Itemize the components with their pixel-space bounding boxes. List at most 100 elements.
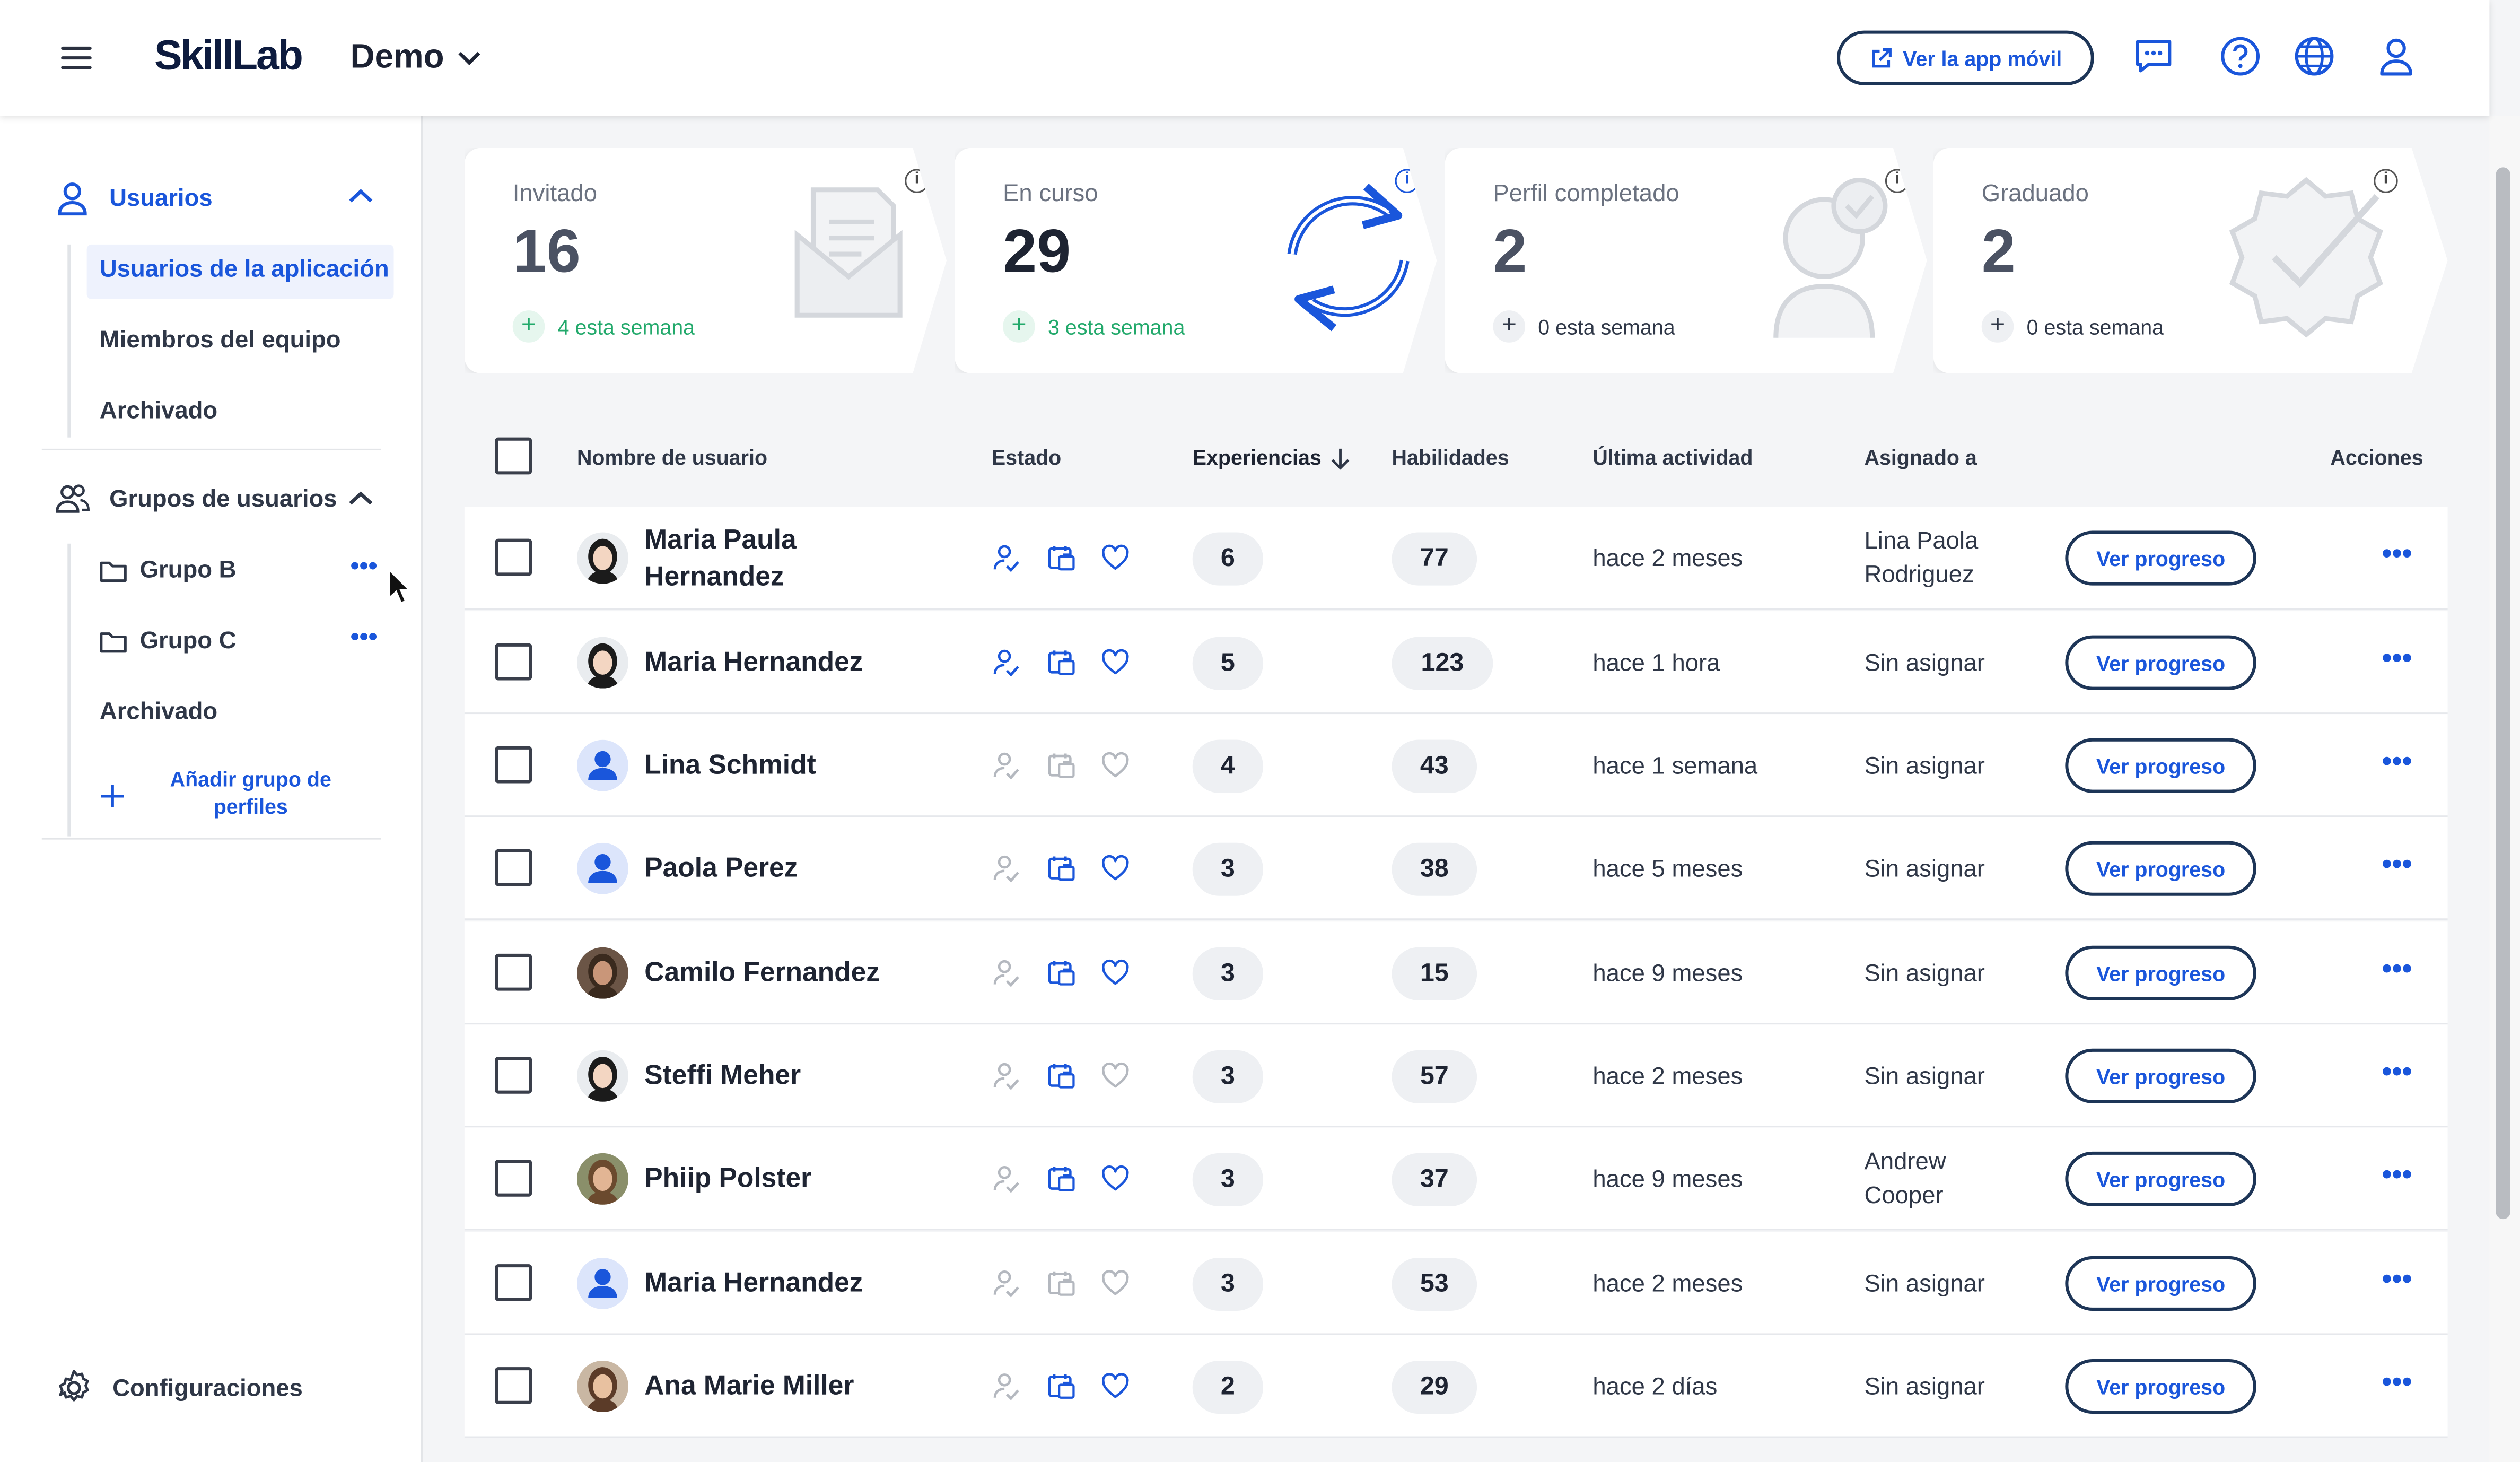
skills-count: 29 xyxy=(1392,1360,1477,1414)
group-more-icon[interactable]: ••• xyxy=(351,624,378,653)
row-actions-icon[interactable]: ••• xyxy=(2382,1055,2412,1089)
row-checkbox[interactable] xyxy=(495,538,532,576)
column-last-activity[interactable]: Última actividad xyxy=(1592,446,1753,469)
info-icon[interactable]: i xyxy=(905,169,929,193)
groups-section-label: Grupos de usuarios xyxy=(109,485,337,512)
row-actions-icon[interactable]: ••• xyxy=(2382,848,2412,882)
user-name[interactable]: Ana Marie Miller xyxy=(644,1367,998,1404)
groups-section-header[interactable]: Grupos de usuarios xyxy=(55,483,337,515)
view-progress-button[interactable]: Ver progreso xyxy=(2065,1151,2256,1206)
sidebar-group-b[interactable]: Grupo B xyxy=(100,556,237,584)
card-delta: + 0 esta semana xyxy=(1493,310,1675,343)
column-status[interactable]: Estado xyxy=(992,446,1061,469)
row-actions-icon[interactable]: ••• xyxy=(2382,1158,2412,1192)
user-name[interactable]: Paola Perez xyxy=(644,849,998,886)
row-checkbox[interactable] xyxy=(495,746,532,784)
settings-label: Configuraciones xyxy=(112,1374,303,1402)
users-section-header[interactable]: Usuarios xyxy=(55,180,213,216)
status-heart-icon xyxy=(1101,1372,1130,1401)
refresh-icon xyxy=(1287,184,1410,332)
user-name[interactable]: Maria Hernandez xyxy=(644,1264,998,1301)
profile-icon[interactable] xyxy=(2375,36,2417,77)
table-row[interactable]: Paola Perez 3 38 hace 5 meses Sin asignar Ver… xyxy=(464,817,2448,920)
status-heart-icon xyxy=(1101,544,1130,573)
column-assigned[interactable]: Asignado a xyxy=(1864,446,1976,469)
row-checkbox[interactable] xyxy=(495,1056,532,1094)
row-actions-icon[interactable]: ••• xyxy=(2382,1263,2412,1296)
settings-link[interactable]: Configuraciones xyxy=(55,1369,303,1407)
view-progress-button[interactable]: Ver progreso xyxy=(2065,1359,2256,1414)
card-title: Graduado xyxy=(1981,180,2089,208)
status-profile-check-icon xyxy=(992,959,1021,988)
stat-card-profile-completed[interactable]: Perfil completado 2 + 0 esta semana i xyxy=(1445,147,1927,373)
sidebar-item-groups-archived[interactable]: Archivado xyxy=(100,698,217,726)
sidebar: Usuarios Usuarios de la aplicación Miemb… xyxy=(0,116,423,1462)
badge-check-icon xyxy=(2229,177,2383,338)
status-profile-check-icon xyxy=(992,751,1021,780)
skills-count: 123 xyxy=(1392,637,1493,690)
org-selector[interactable]: Demo xyxy=(351,39,482,77)
row-actions-icon[interactable]: ••• xyxy=(2382,537,2412,571)
row-actions-icon[interactable]: ••• xyxy=(2382,952,2412,986)
folder-icon xyxy=(100,631,127,652)
chevron-up-icon[interactable] xyxy=(349,491,373,507)
row-actions-icon[interactable]: ••• xyxy=(2382,642,2412,676)
row-actions-icon[interactable]: ••• xyxy=(2382,745,2412,779)
user-name[interactable]: Maria Paula Hernandez xyxy=(644,521,837,595)
table-row[interactable]: Camilo Fernandez 3 15 hace 9 meses Sin asign… xyxy=(464,921,2448,1025)
table-row[interactable]: Steffi Meher 3 57 hace 2 meses Sin asignar Ve… xyxy=(464,1024,2448,1128)
view-progress-button[interactable]: Ver progreso xyxy=(2065,945,2256,1000)
group-more-icon[interactable]: ••• xyxy=(351,553,378,582)
table-row[interactable]: Maria Paula Hernandez 6 77 hace 2 meses Lina… xyxy=(464,507,2448,610)
view-progress-button[interactable]: Ver progreso xyxy=(2065,841,2256,896)
skills-count: 43 xyxy=(1392,739,1477,793)
mobile-app-button[interactable]: Ver la app móvil xyxy=(1836,30,2094,85)
user-name[interactable]: Steffi Meher xyxy=(644,1057,998,1094)
user-name[interactable]: Phiip Polster xyxy=(644,1160,998,1197)
globe-icon[interactable] xyxy=(2294,36,2335,77)
view-progress-button[interactable]: Ver progreso xyxy=(2065,738,2256,793)
row-checkbox[interactable] xyxy=(495,1264,532,1301)
chat-icon[interactable] xyxy=(2133,36,2175,77)
sidebar-item-archived[interactable]: Archivado xyxy=(100,397,217,425)
row-checkbox[interactable] xyxy=(495,849,532,886)
sidebar-item-app-users[interactable]: Usuarios de la aplicación xyxy=(100,256,389,283)
view-progress-button[interactable]: Ver progreso xyxy=(2065,1256,2256,1311)
table-row[interactable]: Maria Hernandez 5 123 hace 1 hora Sin asigna… xyxy=(464,611,2448,715)
row-checkbox[interactable] xyxy=(495,1159,532,1197)
skills-count: 38 xyxy=(1392,842,1477,896)
row-checkbox[interactable] xyxy=(495,953,532,991)
chevron-up-icon[interactable] xyxy=(349,188,373,204)
table-row[interactable]: Phiip Polster 3 37 hace 9 meses Andrew Coope… xyxy=(464,1127,2448,1231)
stat-card-graduated[interactable]: Graduado 2 + 0 esta semana i xyxy=(1933,147,2448,373)
user-name[interactable]: Lina Schmidt xyxy=(644,746,998,784)
column-username[interactable]: Nombre de usuario xyxy=(577,446,767,469)
table-row[interactable]: Maria Hernandez 3 53 hace 2 meses Sin asigna… xyxy=(464,1232,2448,1335)
row-checkbox[interactable] xyxy=(495,643,532,681)
help-icon[interactable] xyxy=(2219,36,2261,77)
stat-card-in-progress[interactable]: En curso 29 + 3 esta semana i xyxy=(955,147,1437,373)
skills-count: 37 xyxy=(1392,1153,1477,1206)
sidebar-group-c[interactable]: Grupo C xyxy=(100,627,237,655)
experiences-count: 4 xyxy=(1192,739,1264,793)
table-row[interactable]: Lina Schmidt 4 43 hace 1 semana Sin asignar V… xyxy=(464,714,2448,817)
row-checkbox[interactable] xyxy=(495,1367,532,1404)
menu-icon[interactable] xyxy=(61,43,93,73)
stat-card-invited[interactable]: Invitado 16 + 4 esta semana i xyxy=(464,147,947,373)
user-name[interactable]: Maria Hernandez xyxy=(644,643,998,681)
view-progress-button[interactable]: Ver progreso xyxy=(2065,635,2256,690)
view-progress-button[interactable]: Ver progreso xyxy=(2065,530,2256,586)
status-heart-icon xyxy=(1101,751,1130,780)
scrollbar-thumb[interactable] xyxy=(2496,167,2510,1220)
row-actions-icon[interactable]: ••• xyxy=(2382,1365,2412,1399)
table-row[interactable]: Ana Marie Miller 2 29 hace 2 días Sin asigna… xyxy=(464,1335,2448,1438)
user-name[interactable]: Camilo Fernandez xyxy=(644,954,998,991)
add-group-button[interactable]: Añadir grupo de perfiles xyxy=(100,765,357,830)
sidebar-item-team-members[interactable]: Miembros del equipo xyxy=(100,326,341,354)
skills-count: 53 xyxy=(1392,1257,1477,1311)
column-actions: Acciones xyxy=(2330,445,2423,470)
column-experiences[interactable]: Experiencias xyxy=(1193,446,1350,470)
view-progress-button[interactable]: Ver progreso xyxy=(2065,1048,2256,1103)
column-skills[interactable]: Habilidades xyxy=(1392,446,1509,469)
select-all-checkbox[interactable] xyxy=(495,437,532,475)
